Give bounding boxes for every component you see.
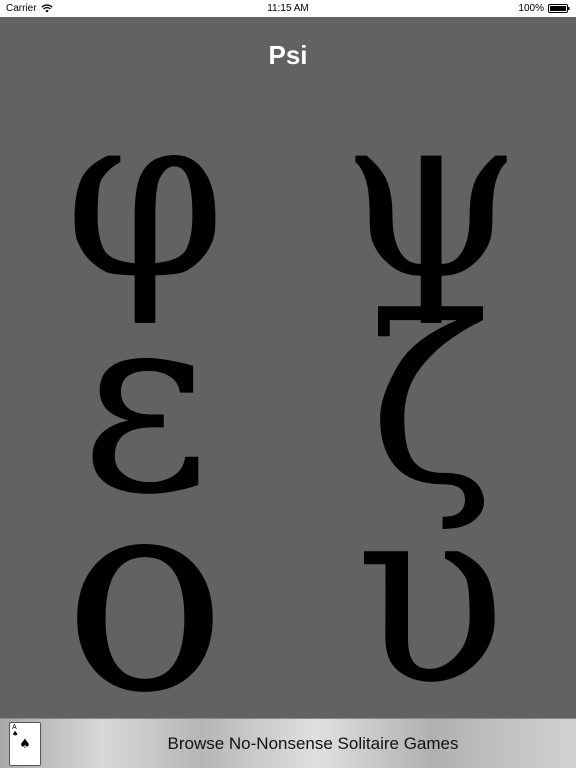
spade-icon: ♠ <box>19 737 31 752</box>
status-bar: Carrier 11:15 AM 100% <box>0 0 576 17</box>
letter-upsilon-glyph: υ <box>355 449 507 740</box>
letter-omicron[interactable]: ο <box>0 460 290 730</box>
status-right: 100% <box>518 3 570 14</box>
battery-icon <box>548 4 570 13</box>
banner-label: Browse No-Nonsense Solitaire Games <box>167 734 459 753</box>
solitaire-ad-banner[interactable]: A ♠ ♠ Browse No-Nonsense Solitaire Games <box>0 718 576 768</box>
status-time: 11:15 AM <box>267 3 309 14</box>
letter-omicron-glyph: ο <box>63 437 227 752</box>
playing-card-icon: A ♠ ♠ <box>9 722 41 766</box>
letter-upsilon[interactable]: υ <box>286 470 576 720</box>
card-rank: A ♠ <box>12 723 19 738</box>
battery-percent: 100% <box>518 3 544 14</box>
app-screen: Carrier 11:15 AM 100% Psi φ ψ ε ζ ο υ A … <box>0 0 576 768</box>
